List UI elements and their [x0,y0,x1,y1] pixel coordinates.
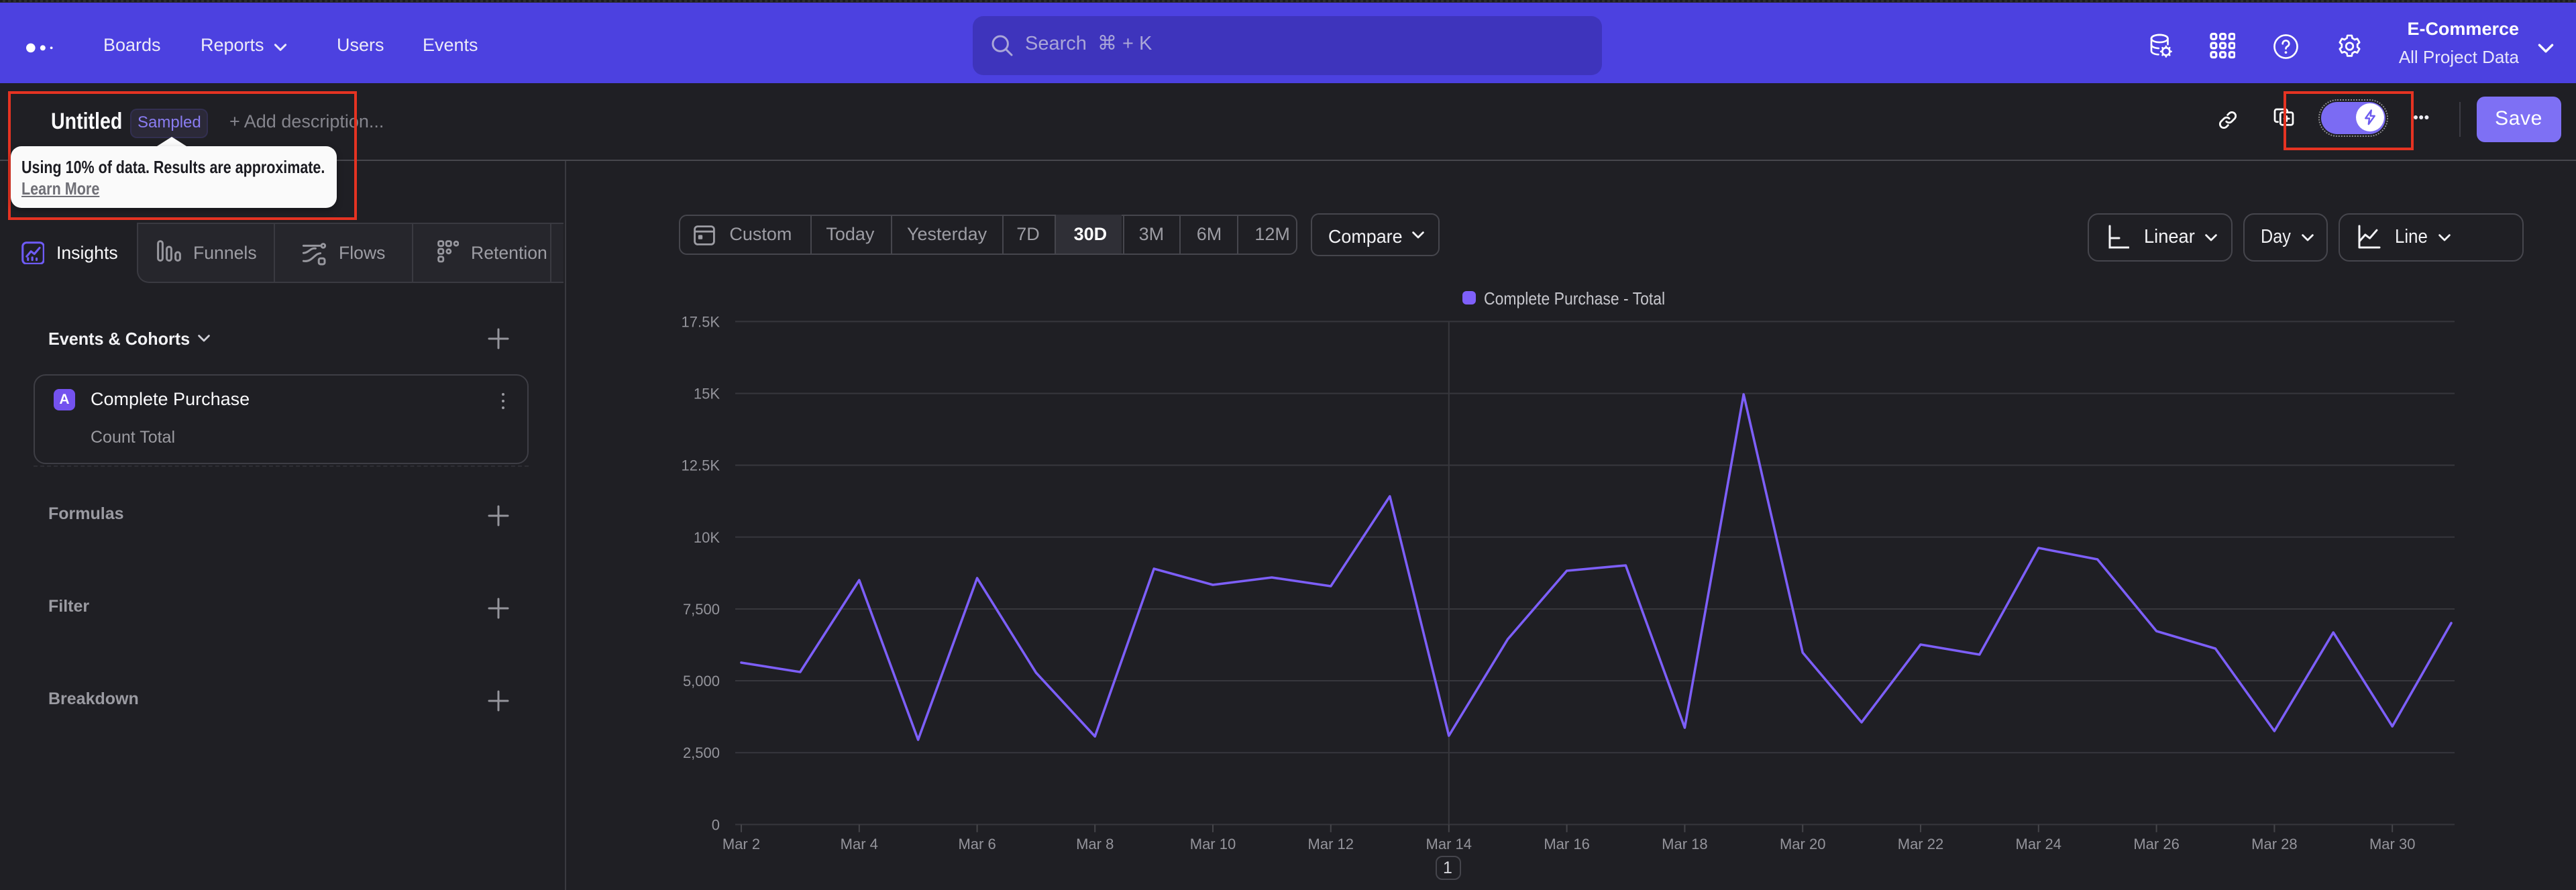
svg-text:Mar 8: Mar 8 [1076,836,1114,852]
svg-text:2,500: 2,500 [683,744,720,761]
svg-text:5,000: 5,000 [683,673,720,689]
svg-text:Mar 26: Mar 26 [2133,836,2179,852]
svg-text:Mar 2: Mar 2 [722,836,760,852]
svg-text:Mar 22: Mar 22 [1898,836,1943,852]
svg-text:Mar 12: Mar 12 [1308,836,1354,852]
svg-text:Mar 10: Mar 10 [1190,836,1236,852]
svg-text:Mar 18: Mar 18 [1662,836,1707,852]
svg-text:Mar 28: Mar 28 [2251,836,2297,852]
svg-text:Mar 6: Mar 6 [958,836,996,852]
svg-text:Mar 20: Mar 20 [1780,836,1825,852]
svg-text:0: 0 [712,816,720,833]
svg-text:12.5K: 12.5K [682,457,720,474]
svg-text:17.5K: 17.5K [682,313,720,330]
svg-text:Mar 30: Mar 30 [2369,836,2415,852]
svg-text:Mar 14: Mar 14 [1426,836,1472,852]
svg-text:15K: 15K [694,386,720,402]
svg-text:10K: 10K [694,529,720,546]
svg-text:Mar 4: Mar 4 [841,836,878,852]
svg-text:Mar 16: Mar 16 [1544,836,1589,852]
svg-text:7,500: 7,500 [683,601,720,618]
svg-text:Mar 24: Mar 24 [2016,836,2061,852]
